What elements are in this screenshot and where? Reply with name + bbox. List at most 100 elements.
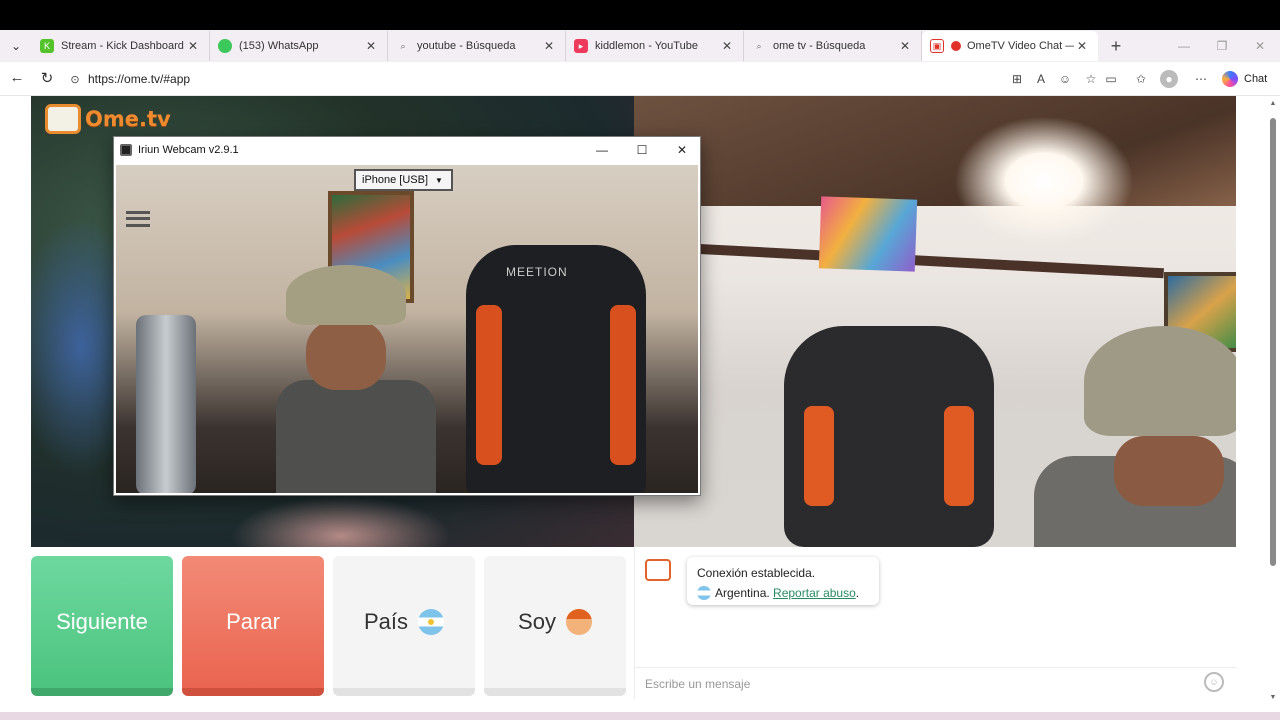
- page-scrollbar[interactable]: ▲ ▼: [1266, 96, 1280, 712]
- tab-title: OmeTV Video Chat — O: [967, 40, 1074, 52]
- chair-trim: [610, 305, 636, 465]
- recording-icon: [951, 41, 961, 51]
- video-person: [1034, 326, 1236, 547]
- logo-text: Ome.tv: [85, 107, 171, 131]
- tab-title: ome tv - Búsqueda: [773, 40, 866, 52]
- video-painting: [818, 196, 918, 272]
- person-body: [276, 380, 436, 493]
- close-window-icon[interactable]: ✕: [1240, 30, 1280, 62]
- person-face: [306, 320, 386, 390]
- hamburger-menu-icon[interactable]: [126, 211, 150, 227]
- chair-brand: MEETION: [506, 265, 568, 279]
- favorite-star-icon[interactable]: ☆: [1082, 70, 1100, 88]
- chat-label: Chat: [1244, 73, 1268, 85]
- copilot-icon: [1222, 71, 1238, 87]
- tab-kiddlemon[interactable]: ▸ kiddlemon - YouTube ✕: [566, 31, 744, 61]
- maximize-icon[interactable]: ❐: [1202, 30, 1242, 62]
- close-tab-icon[interactable]: ✕: [1074, 39, 1090, 53]
- extension-icon[interactable]: ☺: [1056, 70, 1074, 88]
- profile-avatar[interactable]: ●: [1160, 70, 1178, 88]
- translate-icon[interactable]: A: [1032, 70, 1050, 88]
- app-available-icon[interactable]: ⊞: [1008, 70, 1026, 88]
- stop-label: Parar: [226, 609, 280, 634]
- url-field[interactable]: ⊙ https://ome.tv/#app: [62, 66, 1002, 92]
- close-tab-icon[interactable]: ✕: [897, 39, 913, 53]
- ometv-bot-avatar: [645, 559, 671, 581]
- scroll-up-icon[interactable]: ▲: [1266, 100, 1280, 107]
- message-placeholder: Escribe un mensaje: [645, 676, 751, 691]
- video-ceiling: [634, 96, 1236, 206]
- iriun-webcam-window[interactable]: Iriun Webcam v2.9.1 — ☐ ✕ MEETION iPhone…: [113, 136, 701, 496]
- ometv-icon: ▣: [930, 39, 944, 53]
- country-button[interactable]: País: [333, 556, 475, 696]
- message-input[interactable]: Escribe un mensaje: [635, 667, 1237, 699]
- favorites-icon[interactable]: ✩: [1132, 70, 1150, 88]
- video-lamp: [954, 116, 1134, 246]
- gender-button[interactable]: Soy: [484, 556, 626, 696]
- video-thermos: [136, 315, 196, 493]
- iriun-maximize-icon[interactable]: ☐: [622, 137, 662, 163]
- search-icon: ⌕: [400, 40, 406, 51]
- close-tab-icon[interactable]: ✕: [185, 39, 201, 53]
- tab-ometv-search[interactable]: ⌕ ome tv - Búsqueda ✕: [744, 31, 922, 61]
- stop-button[interactable]: Parar: [182, 556, 324, 696]
- search-icon: ⌕: [756, 40, 762, 51]
- address-bar: ← ↻ ⊙ https://ome.tv/#app ⊞ A ☺ ☆ ▭ ✩ ● …: [0, 62, 1280, 96]
- url-text: https://ome.tv/#app: [88, 72, 191, 86]
- kick-icon: K: [40, 39, 54, 53]
- emoji-icon[interactable]: ☺: [1204, 672, 1224, 692]
- person-face: [1114, 436, 1224, 506]
- tab-list-button[interactable]: ⌄: [0, 30, 32, 62]
- camera-in-use-icon[interactable]: ▭: [1102, 70, 1120, 88]
- logo-tv-icon: [45, 104, 81, 134]
- tab-title: kiddlemon - YouTube: [595, 40, 698, 52]
- video-chair: MEETION: [466, 245, 646, 493]
- screen-top-border: [0, 0, 1280, 30]
- iriun-camera-preview: MEETION: [116, 165, 698, 493]
- site-info-icon[interactable]: ⊙: [62, 73, 88, 86]
- back-icon[interactable]: ←: [2, 69, 32, 86]
- person-hat: [1084, 326, 1236, 436]
- chat-panel: Conexión establecida. Argentina. Reporta…: [634, 547, 1237, 699]
- tab-title: youtube - Búsqueda: [417, 40, 516, 52]
- next-button[interactable]: Siguiente: [31, 556, 173, 696]
- scroll-down-icon[interactable]: ▼: [1266, 694, 1280, 701]
- connection-status: Conexión establecida.: [697, 566, 816, 580]
- refresh-icon[interactable]: ↻: [32, 69, 62, 87]
- copilot-chat-button[interactable]: Chat: [1222, 68, 1267, 90]
- report-abuse-link[interactable]: Reportar abuso: [773, 586, 856, 600]
- video-chair: [784, 326, 994, 547]
- close-tab-icon[interactable]: ✕: [719, 39, 735, 53]
- minimize-icon[interactable]: —: [1164, 30, 1204, 62]
- tab-youtube-search[interactable]: ⌕ youtube - Búsqueda ✕: [388, 31, 566, 61]
- close-tab-icon[interactable]: ✕: [363, 39, 379, 53]
- remote-video: [634, 96, 1236, 547]
- close-tab-icon[interactable]: ✕: [541, 39, 557, 53]
- report-suffix: .: [855, 586, 860, 600]
- iriun-close-icon[interactable]: ✕: [662, 137, 702, 163]
- tab-whatsapp[interactable]: (153) WhatsApp ✕: [210, 31, 388, 61]
- next-label: Siguiente: [56, 609, 148, 634]
- taskbar: [0, 712, 1280, 720]
- argentina-flag-icon: [418, 609, 445, 635]
- ometv-logo[interactable]: Ome.tv: [45, 104, 171, 134]
- device-select[interactable]: iPhone [USB] ▼: [354, 169, 453, 191]
- more-menu-icon[interactable]: ⋯: [1192, 70, 1210, 88]
- chair-trim: [476, 305, 502, 465]
- tab-title: Stream - Kick Dashboard: [61, 40, 184, 52]
- gender-label: Soy: [518, 609, 556, 634]
- chevron-down-icon: ▼: [435, 175, 443, 185]
- video-shelf: [694, 243, 1164, 279]
- iriun-minimize-icon[interactable]: —: [582, 137, 622, 163]
- chair-trim: [804, 406, 834, 506]
- tab-ometv[interactable]: ▣ OmeTV Video Chat — O ✕: [922, 31, 1098, 61]
- video-person: [246, 265, 446, 493]
- new-tab-button[interactable]: +: [1098, 36, 1134, 57]
- tab-kick[interactable]: K Stream - Kick Dashboard ✕: [32, 31, 210, 61]
- scrollbar-thumb[interactable]: [1270, 118, 1276, 566]
- tab-strip: ⌄ K Stream - Kick Dashboard ✕ (153) What…: [0, 30, 1280, 62]
- person-hat: [286, 265, 406, 325]
- chair-trim: [944, 406, 974, 506]
- youtube-icon: ▸: [574, 39, 588, 53]
- system-message: Conexión establecida. Argentina. Reporta…: [687, 557, 879, 605]
